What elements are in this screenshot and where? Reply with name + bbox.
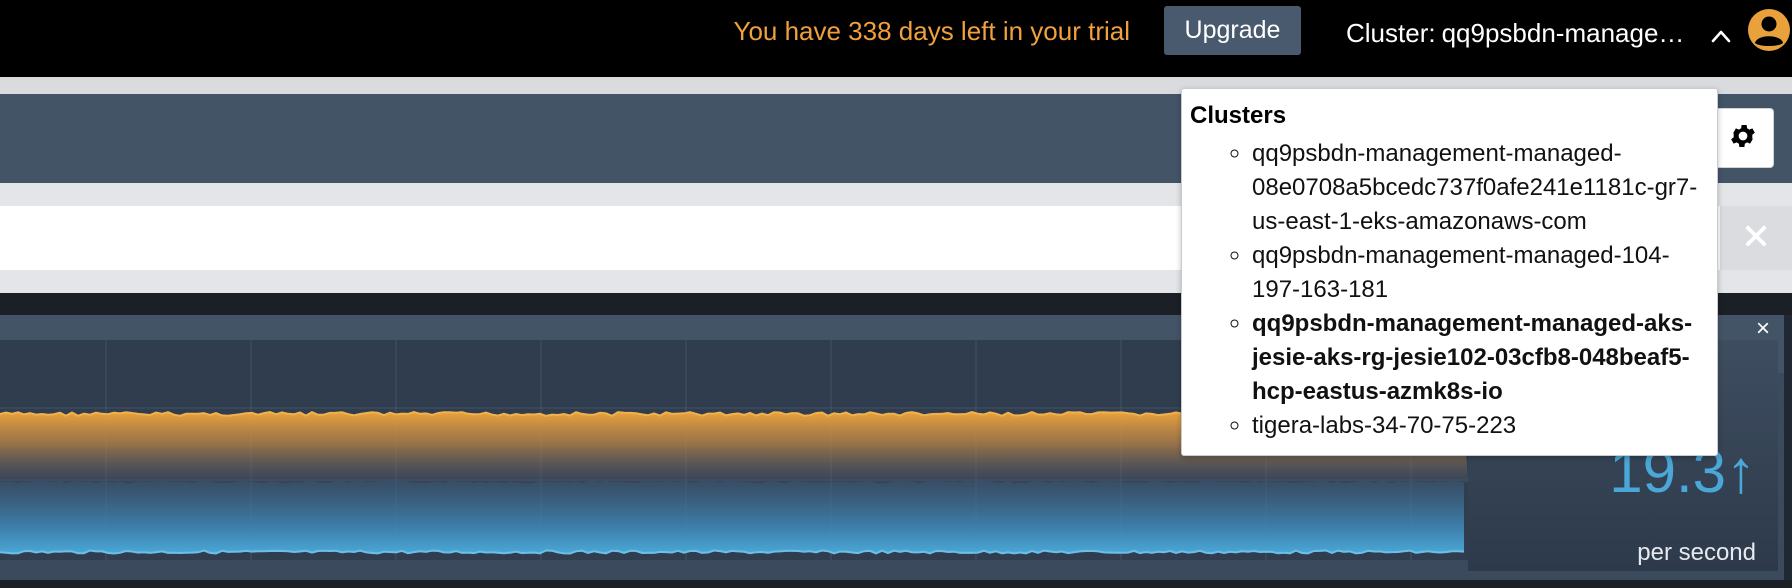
chevron-up-icon[interactable] bbox=[1711, 19, 1731, 49]
upgrade-button[interactable]: Upgrade bbox=[1164, 6, 1301, 55]
cluster-option[interactable]: qq9psbdn-management-managed-aks-jesie-ak… bbox=[1252, 307, 1709, 409]
trial-message: You have 338 days left in your trial bbox=[733, 16, 1130, 46]
cluster-option[interactable]: tigera-labs-34-70-75-223 bbox=[1252, 409, 1709, 443]
gear-icon bbox=[1728, 121, 1758, 156]
clusters-list: qq9psbdn-management-managed-08e0708a5bce… bbox=[1190, 137, 1709, 443]
cluster-option[interactable]: qq9psbdn-management-managed-104-197-163-… bbox=[1252, 239, 1709, 307]
close-icon bbox=[1745, 225, 1767, 252]
cluster-option[interactable]: qq9psbdn-management-managed-08e0708a5bce… bbox=[1252, 137, 1709, 239]
panel-close-button[interactable]: × bbox=[1756, 316, 1770, 342]
user-avatar-icon[interactable] bbox=[1747, 8, 1791, 52]
settings-button[interactable] bbox=[1712, 108, 1774, 168]
rate-unit: per second bbox=[1637, 539, 1756, 566]
clusters-dropdown: Clusters qq9psbdn-management-managed-08e… bbox=[1181, 88, 1718, 456]
series-blue-area bbox=[0, 480, 1464, 554]
cluster-selector[interactable]: Cluster: qq9psbdn-managem... bbox=[1346, 16, 1731, 50]
clusters-dropdown-title: Clusters bbox=[1190, 102, 1287, 129]
bottom-edge bbox=[0, 580, 1792, 588]
cluster-prefix: Cluster: bbox=[1346, 18, 1436, 48]
clear-search-button[interactable] bbox=[1720, 206, 1792, 270]
cluster-current-name: qq9psbdn-managem... bbox=[1441, 18, 1697, 48]
top-bar: You have 338 days left in your trial Upg… bbox=[0, 0, 1792, 77]
